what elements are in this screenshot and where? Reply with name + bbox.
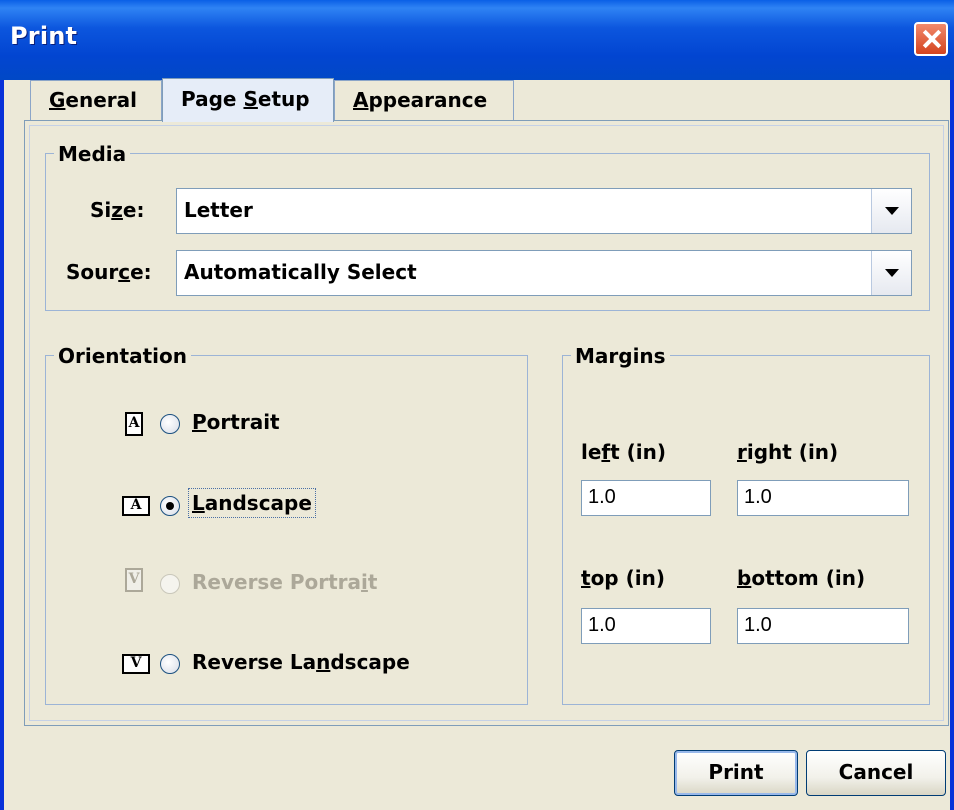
tab-general-label: General	[49, 88, 138, 112]
bottom-margin-input[interactable]: 1.0	[737, 608, 909, 644]
tab-appearance-label: Appearance	[353, 88, 488, 112]
portrait-radio[interactable]	[160, 414, 180, 434]
right-margin-label: right (in)	[737, 440, 839, 464]
source-label: Source:	[66, 260, 152, 284]
top-margin-input[interactable]: 1.0	[581, 608, 711, 644]
portrait-label[interactable]: Portrait	[192, 410, 280, 434]
orientation-group: Orientation A Portrait A Landscape V Rev…	[45, 344, 528, 705]
size-label: Size:	[90, 198, 145, 222]
reverse-landscape-label[interactable]: Reverse Landscape	[192, 650, 410, 674]
left-margin-input[interactable]: 1.0	[581, 480, 711, 516]
margins-group-title: Margins	[571, 344, 670, 368]
right-margin-input[interactable]: 1.0	[737, 480, 909, 516]
portrait-page-icon: A	[125, 412, 143, 436]
media-group: Media Size: Letter Source: Automatically…	[45, 142, 930, 311]
chevron-down-icon[interactable]	[871, 189, 911, 233]
title-bar[interactable]: Print	[0, 0, 954, 80]
print-dialog: Print General Page Setup Appearance Medi…	[0, 0, 954, 810]
left-margin-label: left (in)	[581, 440, 667, 464]
chevron-down-icon[interactable]	[871, 251, 911, 295]
tab-appearance[interactable]: Appearance	[334, 80, 514, 120]
bottom-margin-label: bottom (in)	[737, 566, 866, 590]
reverse-landscape-page-icon: V	[122, 654, 150, 674]
margins-group: Margins left (in) right (in) 1.0 1.0 top…	[562, 344, 930, 705]
reverse-portrait-label: Reverse Portrait	[192, 570, 378, 594]
size-select[interactable]: Letter	[176, 188, 912, 234]
size-value: Letter	[184, 198, 253, 222]
landscape-radio[interactable]	[160, 496, 180, 516]
page-setup-panel: Media Size: Letter Source: Automatically…	[24, 120, 949, 726]
source-value: Automatically Select	[184, 260, 417, 284]
tab-general[interactable]: General	[30, 80, 162, 120]
close-icon[interactable]	[914, 22, 948, 56]
tab-page-setup-label: Page Setup	[181, 87, 310, 111]
top-margin-label: top (in)	[581, 566, 665, 590]
landscape-label[interactable]: Landscape	[188, 488, 316, 518]
cancel-button[interactable]: Cancel	[806, 750, 946, 796]
reverse-portrait-page-icon: V	[125, 568, 143, 592]
tab-page-setup[interactable]: Page Setup	[162, 78, 334, 122]
source-select[interactable]: Automatically Select	[176, 250, 912, 296]
orientation-group-title: Orientation	[54, 344, 191, 368]
landscape-page-icon: A	[122, 496, 150, 516]
reverse-landscape-radio[interactable]	[160, 654, 180, 674]
print-button[interactable]: Print	[674, 750, 798, 796]
media-group-title: Media	[54, 142, 131, 166]
window-title: Print	[10, 22, 78, 50]
reverse-portrait-radio	[160, 574, 180, 594]
